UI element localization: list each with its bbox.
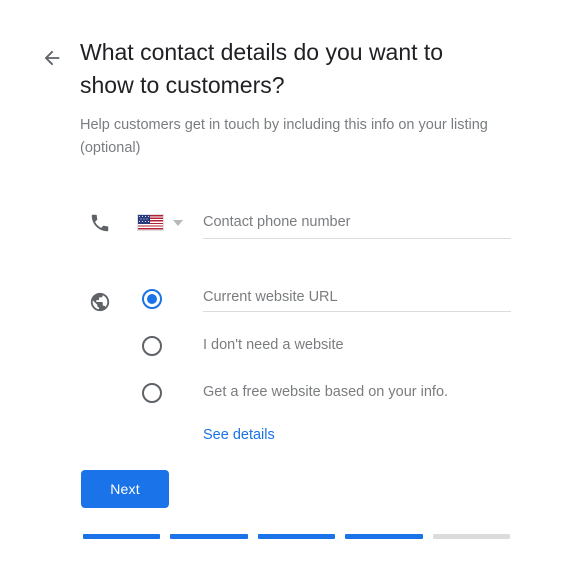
website-option-no-website-label[interactable]: I don't need a website (203, 334, 344, 356)
progress-segment (170, 534, 248, 539)
progress-segment (83, 534, 161, 539)
website-option-free-website: Get a free website based on your info. (0, 380, 580, 412)
radio-free-website[interactable] (142, 383, 162, 403)
see-details-link[interactable]: See details (203, 424, 275, 446)
phone-icon (89, 212, 111, 234)
contact-details-page: What contact details do you want to show… (0, 0, 580, 576)
country-code-select[interactable] (137, 214, 183, 231)
chevron-down-icon (173, 219, 183, 226)
radio-current-website-url[interactable] (142, 289, 162, 309)
progress-indicator (83, 534, 511, 539)
contact-phone-row (0, 206, 580, 242)
progress-segment (257, 534, 336, 539)
contact-phone-input[interactable] (203, 206, 511, 239)
radio-no-website[interactable] (142, 336, 162, 356)
next-button[interactable]: Next (81, 470, 169, 508)
page-title: What contact details do you want to show… (80, 39, 444, 98)
back-button[interactable] (38, 44, 66, 72)
website-option-no-website: I don't need a website (0, 333, 580, 365)
arrow-left-icon (41, 47, 63, 69)
page-subtitle: Help customers get in touch by including… (80, 117, 488, 156)
progress-segment (345, 534, 423, 539)
progress-segment (432, 534, 511, 539)
website-option-free-website-label[interactable]: Get a free website based on your info. (203, 381, 448, 403)
us-flag-icon (137, 214, 164, 231)
current-website-url-input[interactable] (203, 282, 511, 312)
website-option-current-url (0, 282, 580, 318)
